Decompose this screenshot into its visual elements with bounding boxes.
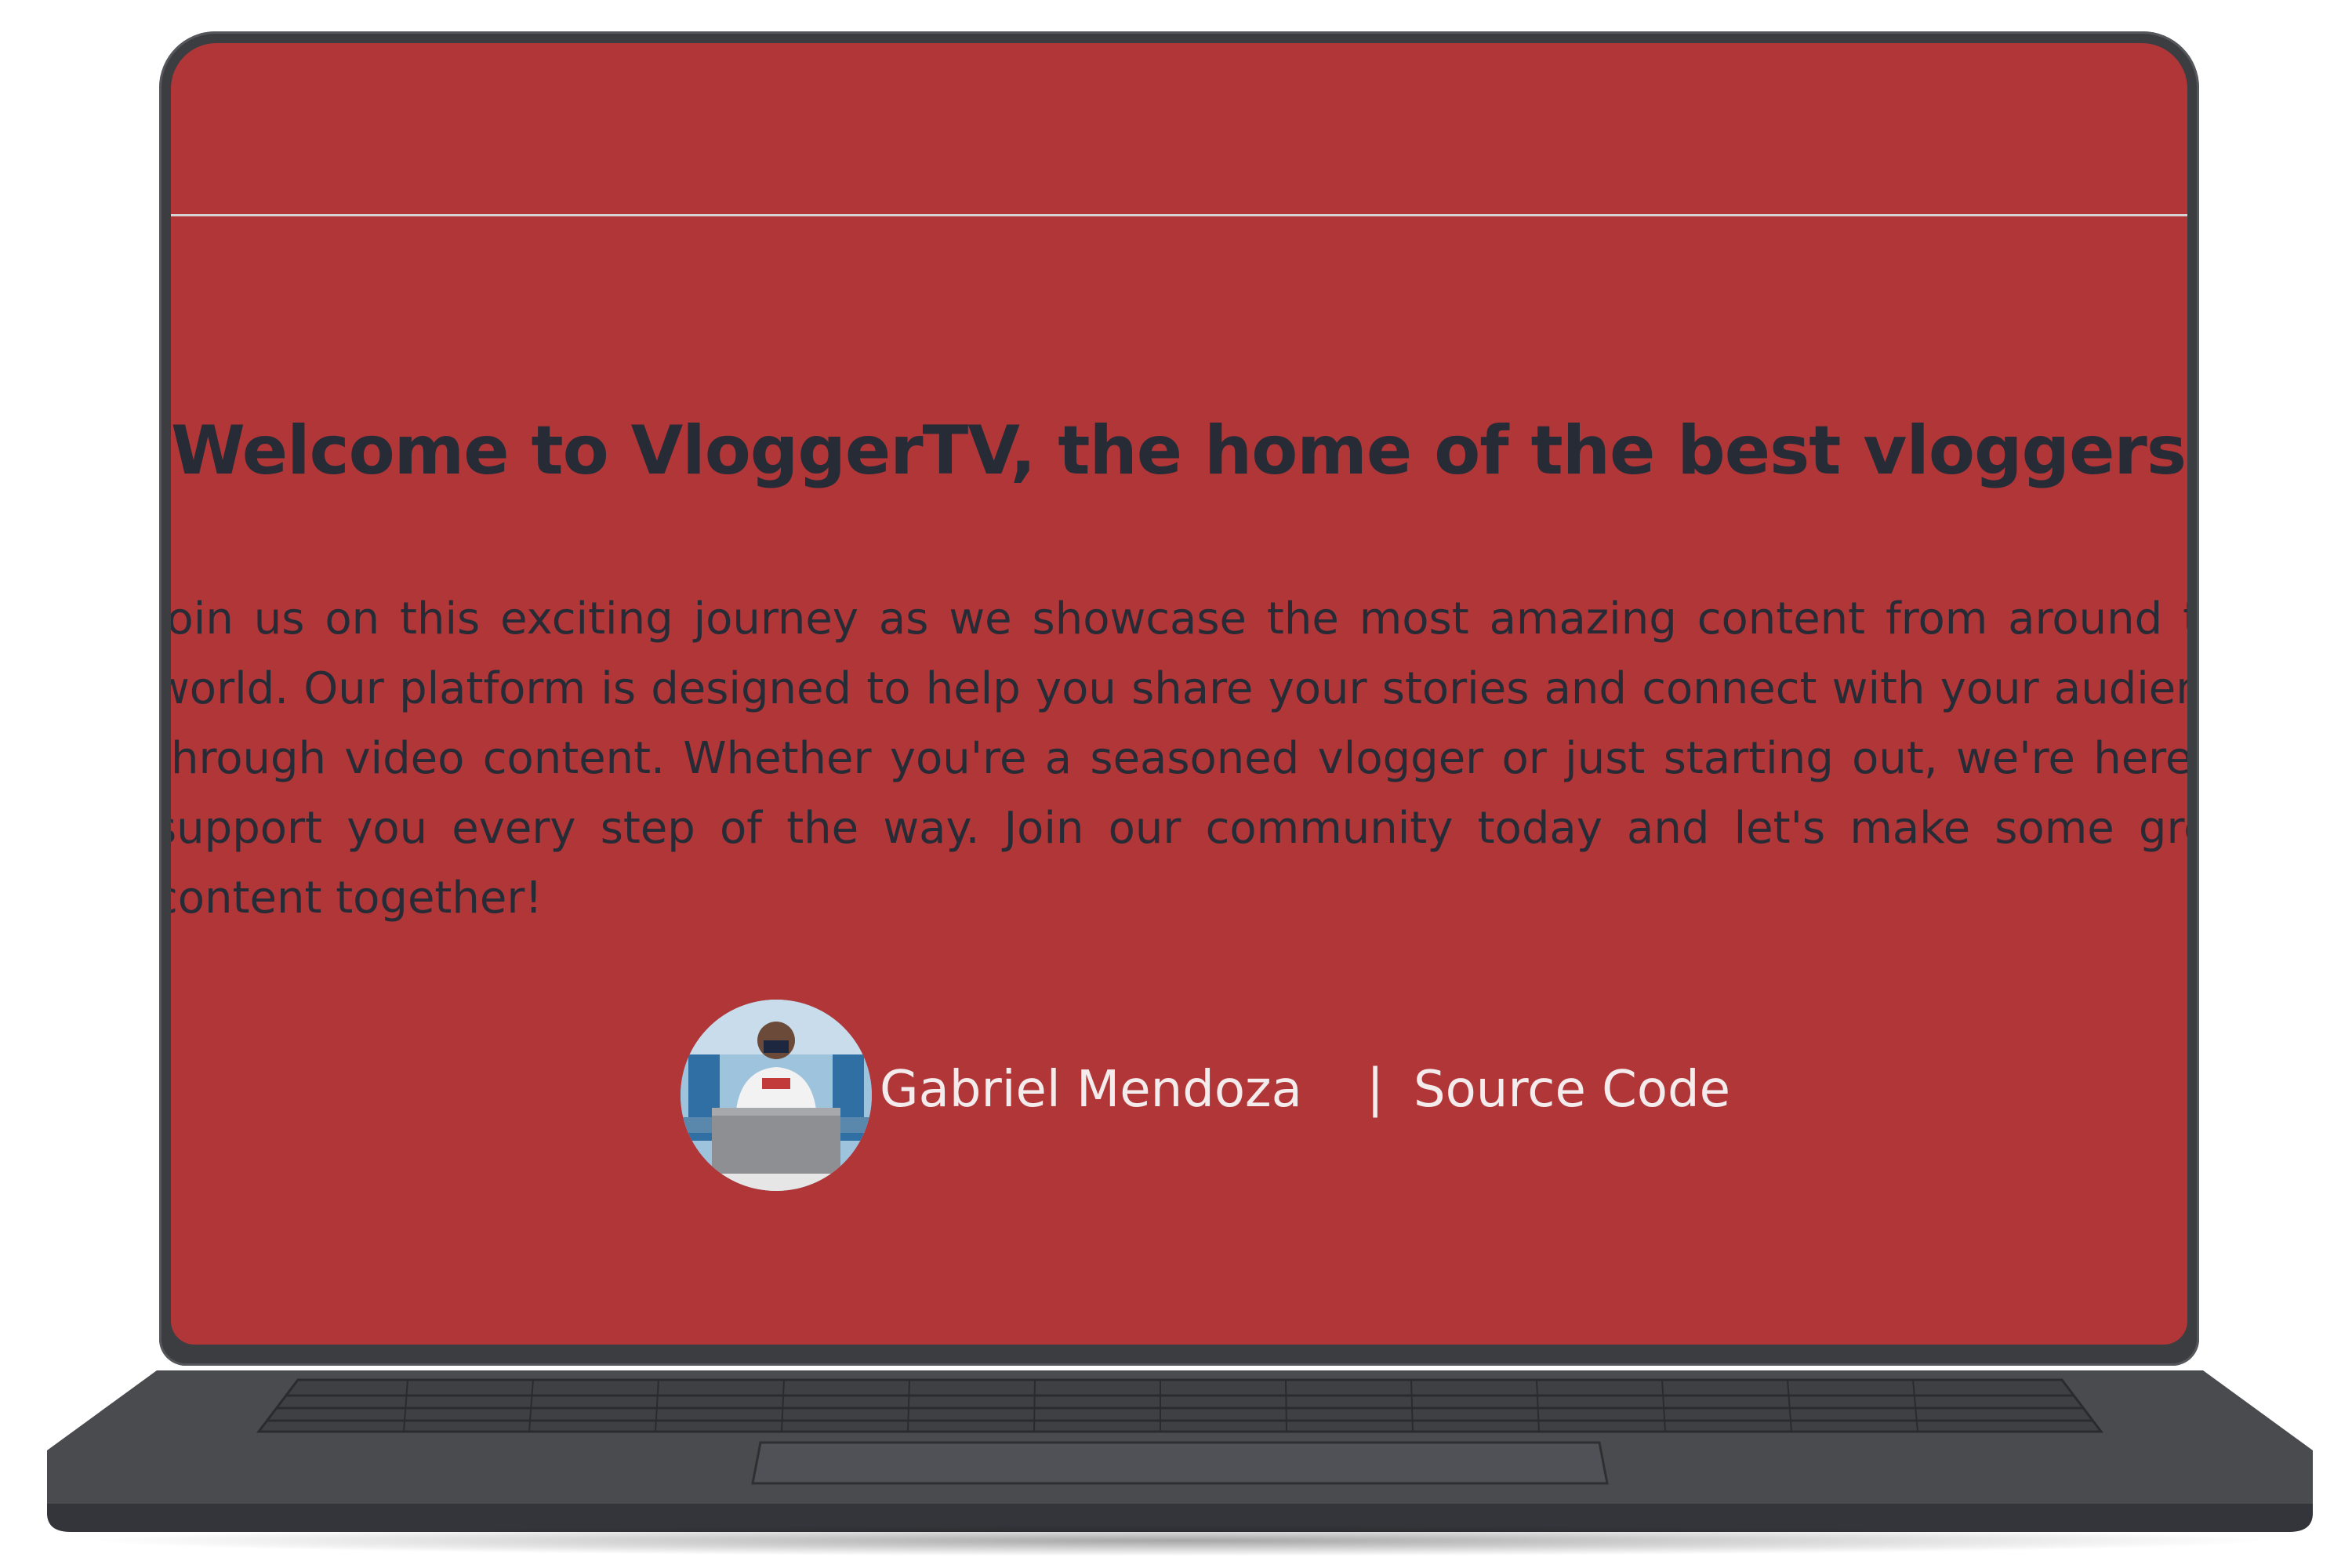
hero-description: Join us on this exciting journey as we s… bbox=[171, 593, 2187, 924]
laptop-lid: Welcome to VloggerTV, the home of the be… bbox=[159, 31, 2199, 1366]
laptop-mockup: Welcome to VloggerTV, the home of the be… bbox=[0, 0, 2352, 1568]
hero-title: Welcome to VloggerTV, the home of the be… bbox=[171, 412, 2187, 490]
laptop-base bbox=[47, 1364, 2313, 1556]
source-code-link[interactable]: Source Code bbox=[1414, 1061, 1730, 1119]
deck-shadow bbox=[78, 1525, 2281, 1556]
screen: Welcome to VloggerTV, the home of the be… bbox=[171, 43, 2187, 1345]
separator: | bbox=[1367, 1058, 1385, 1118]
keyboard-deck-icon bbox=[47, 1370, 2313, 1532]
navbar bbox=[171, 43, 2187, 216]
author-name-link[interactable]: Gabriel Mendoza bbox=[880, 1061, 1302, 1119]
author-avatar[interactable] bbox=[681, 1000, 872, 1191]
author-credit: Gabriel Mendoza | Source Code bbox=[171, 1000, 2187, 1203]
avatar-photo-icon bbox=[681, 1000, 872, 1191]
